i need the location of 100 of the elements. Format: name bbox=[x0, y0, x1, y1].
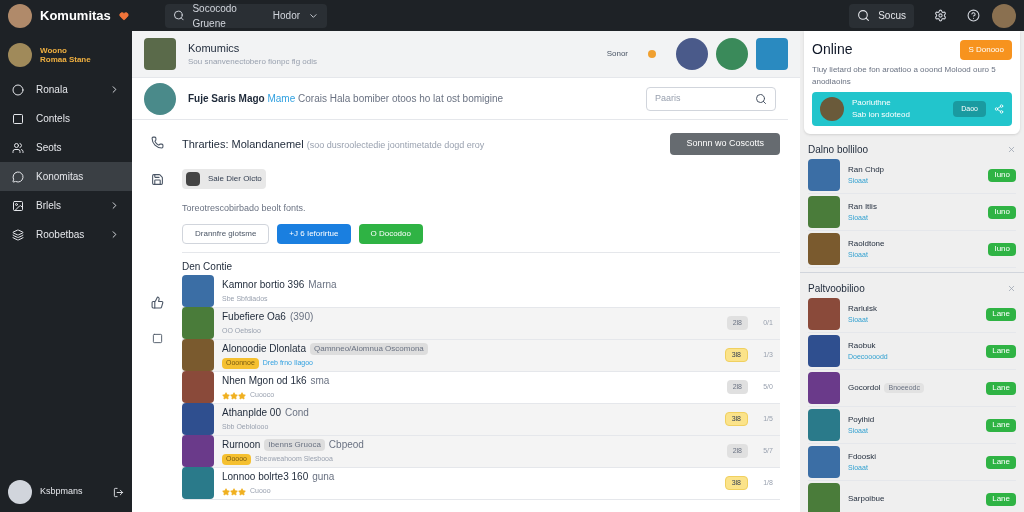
thumbnail-placeholder bbox=[808, 372, 840, 404]
thumbnail-placeholder bbox=[808, 483, 840, 512]
profile-name: Woono Romaa Stane bbox=[40, 46, 91, 64]
group-title: Paltvoobilioo bbox=[808, 282, 865, 296]
action-button[interactable]: Drannfre giotsme bbox=[182, 223, 270, 244]
nav-icon bbox=[12, 199, 24, 212]
status-badge: Lane bbox=[986, 418, 1016, 432]
sidebar-item[interactable]: Seots bbox=[0, 133, 132, 162]
row-title: Kamnor bortio 396 bbox=[222, 278, 305, 293]
thumbnail-placeholder bbox=[808, 233, 840, 265]
tag: Qamnneo/Aiomnua Oscomona bbox=[309, 342, 428, 355]
filter-label: Hodor bbox=[272, 9, 301, 23]
brand-name: Komumitas bbox=[40, 6, 111, 25]
row-title: Rurnoon bbox=[222, 438, 261, 453]
status-badge: Lane bbox=[986, 492, 1016, 506]
featured-subtitle: Sab ion sdoteod bbox=[852, 109, 911, 121]
thumbnail-placeholder bbox=[144, 82, 176, 115]
contacts-button[interactable]: Sonnn wo Coscotts bbox=[670, 133, 780, 155]
item-name: Raobuk bbox=[848, 339, 876, 352]
row-suffix: (390) bbox=[289, 310, 314, 325]
thumbnail-placeholder bbox=[808, 409, 840, 441]
avatar-placeholder[interactable] bbox=[8, 3, 32, 28]
settings-icon[interactable] bbox=[934, 9, 947, 22]
row-suffix: Cbpeod bbox=[328, 438, 364, 453]
thumbnail-placeholder bbox=[756, 38, 788, 70]
item-name: Sarpoibue bbox=[848, 493, 885, 505]
thumbnail-placeholder bbox=[182, 275, 214, 307]
avatar-placeholder[interactable] bbox=[992, 3, 1016, 28]
sidebar-item[interactable]: Contels bbox=[0, 104, 132, 133]
item-name: Gocordol bbox=[848, 382, 881, 394]
thumbnail-placeholder bbox=[808, 298, 840, 330]
thumbnail-placeholder bbox=[182, 307, 214, 339]
avatar-placeholder bbox=[8, 480, 32, 504]
status-badge: Lane bbox=[986, 455, 1016, 469]
row-suffix: guna bbox=[312, 470, 335, 485]
nav-icon bbox=[12, 141, 24, 154]
search-icon bbox=[857, 9, 871, 22]
item-name: Ran Chdp bbox=[848, 163, 885, 176]
nav-icon bbox=[12, 83, 24, 96]
thumbnail-placeholder bbox=[808, 196, 840, 228]
status-badge: Lane bbox=[986, 307, 1016, 321]
row-title: Nhen Mgon od 1k6 bbox=[222, 374, 307, 389]
row-suffix: Marna bbox=[308, 278, 337, 293]
item-name: Raoldtone bbox=[848, 237, 885, 250]
page-title: Komumics bbox=[188, 40, 241, 56]
thumbnail-placeholder bbox=[676, 38, 708, 70]
sidebar-item[interactable]: Konomitas bbox=[0, 162, 132, 191]
square-icon bbox=[151, 333, 163, 344]
search-button[interactable]: Socus bbox=[849, 3, 914, 28]
status-label: Sonor bbox=[606, 48, 628, 60]
thumbnail-placeholder bbox=[182, 467, 214, 499]
search-icon bbox=[755, 92, 767, 105]
status-badge: Lane bbox=[986, 381, 1016, 395]
avatar-placeholder bbox=[820, 97, 844, 121]
panel-text: Tluy lietard obe fon aroatioo a ooond Molood ouro 5 anodlaoins bbox=[812, 64, 997, 88]
logout-icon[interactable] bbox=[113, 486, 124, 498]
search-field[interactable]: Sococodo Gruene Hodor bbox=[164, 3, 327, 28]
sidebar-item[interactable]: Roobetbas bbox=[0, 220, 132, 249]
tag: Ibenns Gruoca bbox=[264, 438, 325, 451]
list-heading: Den Contie bbox=[182, 259, 234, 274]
search-placeholder: Sococodo Gruene bbox=[192, 1, 238, 31]
heart-icon bbox=[118, 10, 129, 21]
group-title: Dalno bolliloo bbox=[808, 143, 869, 157]
row-suffix: Cond bbox=[284, 406, 309, 421]
row-title: Alonoodie Dlonlata bbox=[222, 342, 306, 357]
user-name: Ksbpmans bbox=[40, 485, 84, 499]
thumbnail-placeholder bbox=[182, 339, 214, 371]
action-button[interactable]: +J 6 Ieforirtue bbox=[277, 223, 351, 244]
avatar-placeholder bbox=[8, 43, 32, 67]
chip[interactable]: Saie Dier Olcto bbox=[182, 169, 266, 189]
group-item[interactable]: Sarpoibue Lane bbox=[808, 481, 1016, 512]
thread-text: Thrarties: Molandanemel (soo dusroolectedie joontimetatde dogd eroy bbox=[182, 136, 486, 152]
post-text: Fuje Saris Mago Mame Corais Hala bomiber otoos ho lat ost bomigine bbox=[188, 92, 504, 106]
item-name: Poyihid bbox=[848, 413, 875, 426]
row-title: Lonnoo bolrte3 160 bbox=[222, 470, 309, 485]
phone-icon bbox=[150, 136, 164, 149]
item-name: Ran Itlis bbox=[848, 200, 877, 213]
featured-name: Paoriuthne bbox=[852, 97, 892, 109]
nav-icon bbox=[12, 228, 24, 241]
row-title: Athanplde 00 bbox=[222, 406, 281, 421]
row-suffix: sma bbox=[310, 374, 330, 389]
thumbs-up-icon bbox=[150, 296, 164, 309]
search-icon bbox=[172, 9, 185, 22]
thumbnail-placeholder bbox=[182, 435, 214, 467]
thumbnail-placeholder bbox=[808, 159, 840, 191]
item-name: Fdooski bbox=[848, 450, 876, 463]
thumbnail-placeholder bbox=[144, 38, 176, 70]
nav-icon bbox=[12, 170, 24, 183]
status-badge: Iuno bbox=[988, 168, 1016, 182]
panel-title: Online bbox=[812, 40, 853, 59]
save-icon bbox=[150, 173, 164, 186]
thumbnail-placeholder bbox=[716, 38, 748, 70]
status-badge: Iuno bbox=[988, 205, 1016, 219]
note-text: Toreotrescobirbado beolt fonts. bbox=[182, 202, 307, 215]
thumbnail-placeholder bbox=[808, 335, 840, 367]
thumbnail-placeholder bbox=[182, 403, 214, 435]
help-icon[interactable] bbox=[967, 9, 980, 22]
sidebar-item[interactable]: Ronala bbox=[0, 75, 132, 104]
sidebar-item[interactable]: Brlels bbox=[0, 191, 132, 220]
thumbnail-placeholder bbox=[182, 371, 214, 403]
